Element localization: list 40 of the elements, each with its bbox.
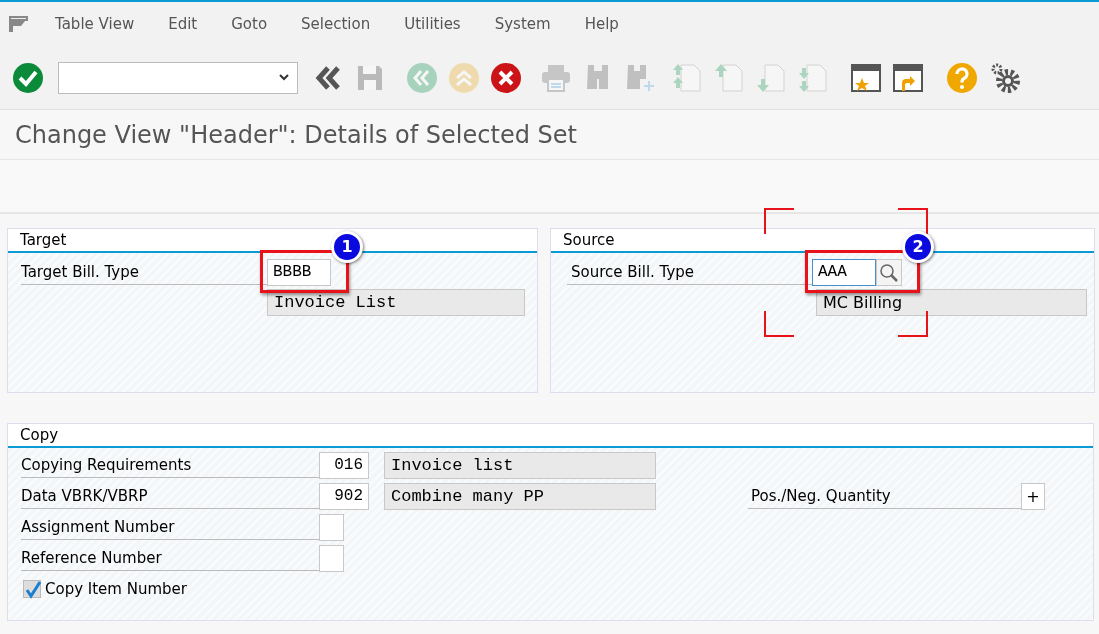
- checkbox[interactable]: [23, 580, 41, 598]
- command-field[interactable]: [58, 61, 298, 94]
- menu-item[interactable]: Edit: [151, 2, 215, 46]
- search-help-button[interactable]: [876, 259, 902, 286]
- dropdown-caret-icon[interactable]: [279, 72, 289, 81]
- menu-item[interactable]: Selection: [284, 2, 388, 46]
- cancel-icon[interactable]: [490, 61, 522, 94]
- settings-icon[interactable]: [990, 61, 1022, 94]
- input-field[interactable]: +: [1021, 483, 1045, 510]
- circle-check-icon[interactable]: [12, 61, 44, 94]
- menu-item[interactable]: System: [477, 2, 568, 46]
- input-field[interactable]: BBBB: [267, 259, 331, 286]
- field-label: Pos./Neg. Quantity: [748, 483, 1021, 509]
- input-field[interactable]: 902: [319, 483, 369, 510]
- field-label: Copying Requirements: [21, 452, 319, 478]
- focus-bracket: [764, 311, 794, 337]
- input-field[interactable]: [319, 545, 344, 572]
- description-field: Invoice List: [267, 289, 525, 316]
- checkbox-label: Copy Item Number: [45, 578, 187, 600]
- field-label: Data VBRK/VBRP: [21, 483, 319, 509]
- menu-icon[interactable]: [8, 15, 30, 33]
- menu-item[interactable]: Help: [567, 2, 636, 46]
- description-field: Combine many PP: [384, 483, 656, 510]
- description-field: MC Billing: [816, 289, 1087, 316]
- field-label: Reference Number: [21, 545, 319, 571]
- help-icon[interactable]: [946, 61, 978, 94]
- menu-item[interactable]: Utilities: [387, 2, 478, 46]
- menu-item[interactable]: Goto: [214, 2, 285, 46]
- input-field[interactable]: AAA: [812, 259, 876, 286]
- field-label: Source Bill. Type: [567, 259, 812, 285]
- input-field[interactable]: [319, 514, 344, 541]
- field-label: Target Bill. Type: [21, 259, 267, 285]
- menu-item[interactable]: Table View: [38, 2, 152, 46]
- field-label: Assignment Number: [21, 514, 319, 540]
- callout-number: 2: [902, 231, 934, 263]
- group-title: Copy: [8, 424, 1093, 448]
- input-field[interactable]: 016: [319, 452, 369, 479]
- description-field: Invoice list: [384, 452, 656, 479]
- callout-number: 1: [331, 231, 363, 263]
- focus-bracket: [764, 208, 794, 234]
